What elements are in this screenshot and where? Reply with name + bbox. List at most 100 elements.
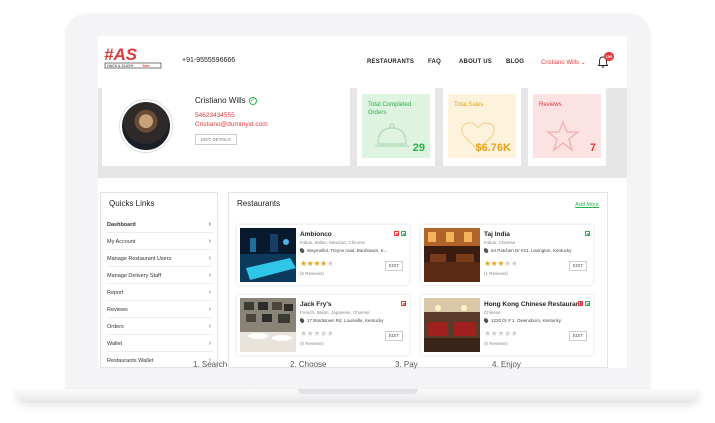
step-enjoy: 4. Enjoy (492, 360, 521, 369)
location-pin-icon (484, 248, 490, 254)
has-logo[interactable]: #AS HACK & SLASH Yum (104, 44, 164, 72)
chevron-right-icon: › (208, 255, 211, 262)
restaurant-cuisine: Indian, Chinese (484, 240, 516, 245)
restaurant-cuisine: Indian, Italian, Mexican, Chinese (300, 240, 366, 245)
avatar (120, 100, 172, 152)
stat-orders-value: 29 (412, 142, 425, 154)
star-icon: ★ (313, 259, 321, 268)
laptop-mockup: #AS HACK & SLASH Yum +91-9555596666 REST… (0, 0, 715, 423)
star-icon: ★ (504, 329, 511, 338)
stat-sales-label: Total Sales (454, 102, 484, 108)
restaurant-address: Waymellot, Treyne road, Bardstown, K... (300, 248, 404, 254)
restaurant-card[interactable]: Ambionco Indian, Italian, Mexican, Chine… (237, 225, 409, 285)
star-icon: ★ (300, 259, 307, 268)
verified-check-icon: ✓ (248, 96, 257, 105)
star-icon: ★ (504, 259, 511, 268)
rating-stars: ★★★★★ (300, 259, 334, 268)
address-text: 54 Patchen Dr #21, Lexington, Kentucky (491, 248, 572, 253)
quick-links-panel: Quicks Links Dashboard › My Account › Mana… (100, 192, 218, 368)
non-veg-icon (394, 231, 399, 236)
restaurants-panel: Restaurants Add More Ambionco Indian, It… (228, 192, 608, 368)
restaurant-name: Ambionco (300, 231, 332, 238)
chevron-right-icon: › (208, 323, 211, 330)
restaurant-name: Hong Kong Chinese Restaurant (484, 301, 582, 308)
quick-link-my-account[interactable]: My Account › (107, 234, 213, 250)
restaurant-card[interactable]: Hong Kong Chinese Restaurant Chinese 122… (421, 295, 593, 355)
cloche-icon (375, 123, 409, 147)
stat-reviews-value: 7 (589, 142, 596, 154)
non-veg-icon (401, 301, 406, 306)
nav-blog[interactable]: BLOG (506, 59, 524, 65)
top-navbar: #AS HACK & SLASH Yum +91-9555596666 REST… (98, 36, 627, 88)
quick-link-manage-restaurant-users[interactable]: Manage Restaurant Users › (107, 251, 213, 267)
profile-name: Cristiano Wills (195, 96, 246, 105)
quick-link-label: Dashboard (107, 222, 136, 228)
restaurant-image (240, 298, 296, 352)
review-count: (0 Reviews) (484, 341, 508, 346)
add-more-link[interactable]: Add More (575, 202, 599, 208)
edit-button[interactable]: EDIT (569, 261, 587, 271)
user-name: Cristiano Wills (541, 60, 580, 66)
non-veg-icon (578, 301, 583, 306)
stat-card-reviews: Reviews 7 (528, 88, 606, 166)
rating-stars: ★★★★★ (300, 329, 334, 338)
profile-email[interactable]: Cristiano@dummyid.com (195, 121, 268, 128)
edit-details-button[interactable]: EDIT DETAILS (195, 134, 237, 145)
stat-sales-value: $6.76K (475, 142, 511, 154)
user-menu[interactable]: Cristiano Wills ⌄ (541, 59, 586, 66)
edit-button[interactable]: EDIT (385, 261, 403, 271)
screen: #AS HACK & SLASH Yum +91-9555596666 REST… (98, 36, 627, 368)
location-pin-icon (300, 248, 306, 254)
chevron-right-icon: › (208, 289, 211, 296)
quick-link-report[interactable]: Report › (107, 285, 213, 301)
star-icon: ★ (326, 329, 334, 338)
quick-link-reviews[interactable]: Reviews › (107, 302, 213, 318)
quick-link-wallet[interactable]: Wallet › (107, 336, 213, 352)
chevron-right-icon: › (208, 238, 211, 245)
laptop-notch (298, 389, 418, 394)
restaurant-card[interactable]: Jack Fry's French, Italian, Japanese, Ch… (237, 295, 409, 355)
veg-icon (401, 231, 406, 236)
star-icon: ★ (326, 259, 334, 268)
nav-faq[interactable]: FAQ (428, 59, 441, 65)
star-icon: ★ (510, 329, 518, 338)
edit-button[interactable]: EDIT (385, 331, 403, 341)
quick-links-title: Quicks Links (109, 199, 155, 208)
quick-link-label: Wallet (107, 341, 123, 347)
rating-stars: ★★★★★ (484, 259, 518, 268)
steps-row: 1. Search 2. Choose 3. Pay 4. Enjoy (98, 360, 627, 370)
rating-stars: ★★★★★ (484, 329, 518, 338)
restaurant-image (240, 228, 296, 282)
restaurant-cuisine: Chinese (484, 310, 501, 315)
step-search: 1. Search (193, 360, 228, 369)
veg-icon (585, 231, 590, 236)
stat-card-orders: Total Completed Orders 29 (357, 88, 435, 166)
nav-restaurants[interactable]: RESTAURANTS (367, 59, 414, 65)
veg-icon (585, 301, 590, 306)
star-icon (545, 120, 581, 152)
restaurant-cuisine: French, Italian, Japanese, Chinese (300, 310, 370, 315)
restaurant-address: 54 Patchen Dr #21, Lexington, Kentucky (484, 248, 588, 254)
location-pin-icon (484, 318, 490, 324)
quick-link-orders[interactable]: Orders › (107, 319, 213, 335)
star-icon: ★ (497, 329, 505, 338)
star-icon: ★ (300, 329, 307, 338)
chevron-right-icon: › (208, 340, 211, 347)
address-text: 1220 Dr # 1, Owensboro, Kentucky (491, 318, 562, 323)
restaurant-address: 1220 Dr # 1, Owensboro, Kentucky (484, 318, 588, 324)
edit-button[interactable]: EDIT (569, 331, 587, 341)
quick-link-label: My Account (107, 239, 136, 245)
restaurant-card[interactable]: Taj India Indian, Chinese 54 Patchen Dr … (421, 225, 593, 285)
star-icon: ★ (497, 259, 505, 268)
quick-link-manage-delivery-staff[interactable]: Manage Delivery Staff › (107, 268, 213, 284)
quick-link-dashboard[interactable]: Dashboard › (107, 217, 213, 233)
header-phone: +91-9555596666 (182, 57, 236, 64)
nav-about-us[interactable]: ABOUT US (459, 59, 492, 65)
review-count: (6 Reviews) (300, 271, 324, 276)
restaurants-title: Restaurants (237, 199, 281, 208)
quick-link-label: Orders (107, 324, 124, 330)
star-icon: ★ (484, 329, 491, 338)
stat-card-sales: Total Sales $6.76K (443, 88, 521, 166)
profile-card: Cristiano Wills ✓ 54623434555 Cristiano@d… (102, 88, 350, 166)
svg-text:HACK & SLASH: HACK & SLASH (107, 64, 134, 68)
